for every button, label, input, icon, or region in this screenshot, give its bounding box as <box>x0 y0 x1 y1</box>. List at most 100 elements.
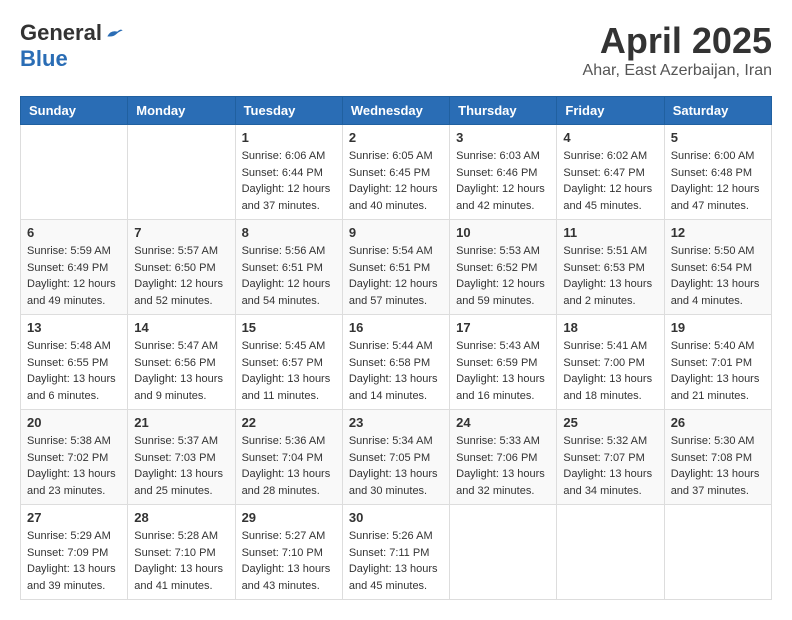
calendar-week-row: 20Sunrise: 5:38 AMSunset: 7:02 PMDayligh… <box>21 410 772 505</box>
day-info-line: Daylight: 12 hours and 54 minutes. <box>242 278 331 307</box>
day-number: 17 <box>456 320 550 335</box>
calendar-cell: 30Sunrise: 5:26 AMSunset: 7:11 PMDayligh… <box>342 505 449 600</box>
day-info-line: Daylight: 13 hours and 41 minutes. <box>134 563 223 592</box>
day-info-line: Sunrise: 5:36 AM <box>242 435 326 447</box>
calendar-cell: 18 Sunrise: 5:41 AMSunset: 7:00 PMDayligh… <box>557 315 664 410</box>
day-number: 15 <box>242 320 336 335</box>
day-info-line: Daylight: 13 hours and 23 minutes. <box>27 468 116 497</box>
calendar-day-header: Sunday <box>21 97 128 125</box>
day-info-line: Sunrise: 6:06 AM <box>242 150 326 162</box>
day-number: 13 <box>27 320 121 335</box>
calendar-cell: 11Sunrise: 5:51 AMSunset: 6:53 PMDayligh… <box>557 220 664 315</box>
day-number: 18 <box>563 320 657 335</box>
day-info-line: Sunset: 6:49 PM <box>27 262 108 274</box>
day-number: 8 <box>242 225 336 240</box>
day-info-line: Daylight: 13 hours and 14 minutes. <box>349 373 438 402</box>
day-info: Sunrise: 6:05 AMSunset: 6:45 PMDaylight:… <box>349 148 443 214</box>
day-info: Sunrise: 5:56 AMSunset: 6:51 PMDaylight:… <box>242 243 336 309</box>
day-info-line: Sunrise: 5:37 AM <box>134 435 218 447</box>
day-info: Sunrise: 5:34 AMSunset: 7:05 PMDaylight:… <box>349 433 443 499</box>
day-info-line: Sunrise: 5:32 AM <box>563 435 647 447</box>
day-number: 23 <box>349 415 443 430</box>
day-info-line: Sunrise: 5:33 AM <box>456 435 540 447</box>
day-info: Sunrise: 5:41 AMSunset: 7:00 PMDaylight:… <box>563 338 657 404</box>
calendar-cell: 9Sunrise: 5:54 AMSunset: 6:51 PMDaylight… <box>342 220 449 315</box>
day-info: Sunrise: 5:50 AMSunset: 6:54 PMDaylight:… <box>671 243 765 309</box>
day-info-line: Sunset: 7:03 PM <box>134 452 215 464</box>
calendar-cell: 15Sunrise: 5:45 AMSunset: 6:57 PMDayligh… <box>235 315 342 410</box>
title-area: April 2025 Ahar, East Azerbaijan, Iran <box>583 20 772 80</box>
day-info: Sunrise: 6:02 AM Sunset: 6:47 PM Daylight:… <box>563 148 657 214</box>
day-info-line: Daylight: 12 hours and 45 minutes. <box>563 183 652 212</box>
day-info: Sunrise: 5:43 AMSunset: 6:59 PMDaylight:… <box>456 338 550 404</box>
day-info: Sunrise: 5:44 AMSunset: 6:58 PMDaylight:… <box>349 338 443 404</box>
calendar-cell: 29Sunrise: 5:27 AMSunset: 7:10 PMDayligh… <box>235 505 342 600</box>
day-info: Sunrise: 5:59 AM Sunset: 6:49 PM Daylight:… <box>27 243 121 309</box>
day-info-line: Daylight: 12 hours and 57 minutes. <box>349 278 438 307</box>
day-number: 22 <box>242 415 336 430</box>
calendar-cell <box>21 125 128 220</box>
location-subtitle: Ahar, East Azerbaijan, Iran <box>583 62 772 80</box>
day-info-line: Sunrise: 5:30 AM <box>671 435 755 447</box>
day-info-line: Sunrise: 5:59 AM <box>27 245 111 257</box>
day-info-line: Sunrise: 5:54 AM <box>349 245 433 257</box>
calendar-cell: 20Sunrise: 5:38 AMSunset: 7:02 PMDayligh… <box>21 410 128 505</box>
day-info-line: Daylight: 13 hours and 6 minutes. <box>27 373 116 402</box>
day-number: 7 <box>134 225 228 240</box>
day-info-line: Sunset: 6:59 PM <box>456 357 537 369</box>
day-info-line: Daylight: 13 hours and 32 minutes. <box>456 468 545 497</box>
day-number: 21 <box>134 415 228 430</box>
day-info-line: Sunrise: 6:03 AM <box>456 150 540 162</box>
calendar-week-row: 1Sunrise: 6:06 AMSunset: 6:44 PMDaylight… <box>21 125 772 220</box>
day-info-line: Daylight: 13 hours and 11 minutes. <box>242 373 331 402</box>
day-number: 28 <box>134 510 228 525</box>
day-info: Sunrise: 5:26 AMSunset: 7:11 PMDaylight:… <box>349 528 443 594</box>
day-info-line: Sunrise: 5:27 AM <box>242 530 326 542</box>
day-info-line: Daylight: 12 hours and 40 minutes. <box>349 183 438 212</box>
day-info-line: Sunset: 6:44 PM <box>242 167 323 179</box>
calendar-cell: 23 Sunrise: 5:34 AMSunset: 7:05 PMDayligh… <box>342 410 449 505</box>
day-info-line: Sunset: 6:54 PM <box>671 262 752 274</box>
day-info: Sunrise: 5:47 AMSunset: 6:56 PMDaylight:… <box>134 338 228 404</box>
day-info-line: Sunrise: 6:02 AM <box>563 150 647 162</box>
day-info-line: Sunset: 7:06 PM <box>456 452 537 464</box>
day-info-line: Daylight: 12 hours and 49 minutes. <box>27 278 116 307</box>
day-info-line: Sunrise: 5:29 AM <box>27 530 111 542</box>
day-info-line: Sunset: 7:00 PM <box>563 357 644 369</box>
day-info-line: Sunrise: 5:26 AM <box>349 530 433 542</box>
calendar-table: SundayMondayTuesdayWednesdayThursdayFrid… <box>20 96 772 600</box>
calendar-cell: 3Sunrise: 6:03 AMSunset: 6:46 PMDaylight… <box>450 125 557 220</box>
day-info-line: Sunrise: 5:48 AM <box>27 340 111 352</box>
calendar-cell: 6 Sunrise: 5:59 AM Sunset: 6:49 PM Daylight… <box>21 220 128 315</box>
calendar-cell: 5Sunrise: 6:00 AMSunset: 6:48 PMDaylight… <box>664 125 771 220</box>
day-info-line: Daylight: 12 hours and 37 minutes. <box>242 183 331 212</box>
calendar-day-header: Wednesday <box>342 97 449 125</box>
day-number: 16 <box>349 320 443 335</box>
day-info-line: Sunset: 6:46 PM <box>456 167 537 179</box>
day-info-line: Sunset: 6:45 PM <box>349 167 430 179</box>
day-info-line: Daylight: 13 hours and 37 minutes. <box>671 468 760 497</box>
day-info-line: Sunset: 7:04 PM <box>242 452 323 464</box>
day-info-line: Sunrise: 5:57 AM <box>134 245 218 257</box>
calendar-cell: 1Sunrise: 6:06 AMSunset: 6:44 PMDaylight… <box>235 125 342 220</box>
day-info-line: Daylight: 13 hours and 9 minutes. <box>134 373 223 402</box>
logo: General Blue <box>20 20 124 72</box>
day-number: 24 <box>456 415 550 430</box>
day-number: 4 <box>563 130 657 145</box>
day-info: Sunrise: 6:03 AMSunset: 6:46 PMDaylight:… <box>456 148 550 214</box>
day-number: 6 <box>27 225 121 240</box>
day-number: 29 <box>242 510 336 525</box>
day-number: 10 <box>456 225 550 240</box>
day-info-line: Sunset: 6:47 PM <box>563 167 644 179</box>
calendar-cell: 8 Sunrise: 5:56 AMSunset: 6:51 PMDaylight… <box>235 220 342 315</box>
calendar-cell: 19Sunrise: 5:40 AMSunset: 7:01 PMDayligh… <box>664 315 771 410</box>
calendar-day-header: Monday <box>128 97 235 125</box>
day-info-line: Sunset: 7:02 PM <box>27 452 108 464</box>
day-number: 14 <box>134 320 228 335</box>
day-info-line: Sunset: 6:50 PM <box>134 262 215 274</box>
day-info-line: Sunset: 7:09 PM <box>27 547 108 559</box>
calendar-cell: 28Sunrise: 5:28 AMSunset: 7:10 PMDayligh… <box>128 505 235 600</box>
day-info: Sunrise: 5:37 AMSunset: 7:03 PMDaylight:… <box>134 433 228 499</box>
day-info-line: Daylight: 13 hours and 16 minutes. <box>456 373 545 402</box>
calendar-day-header: Friday <box>557 97 664 125</box>
